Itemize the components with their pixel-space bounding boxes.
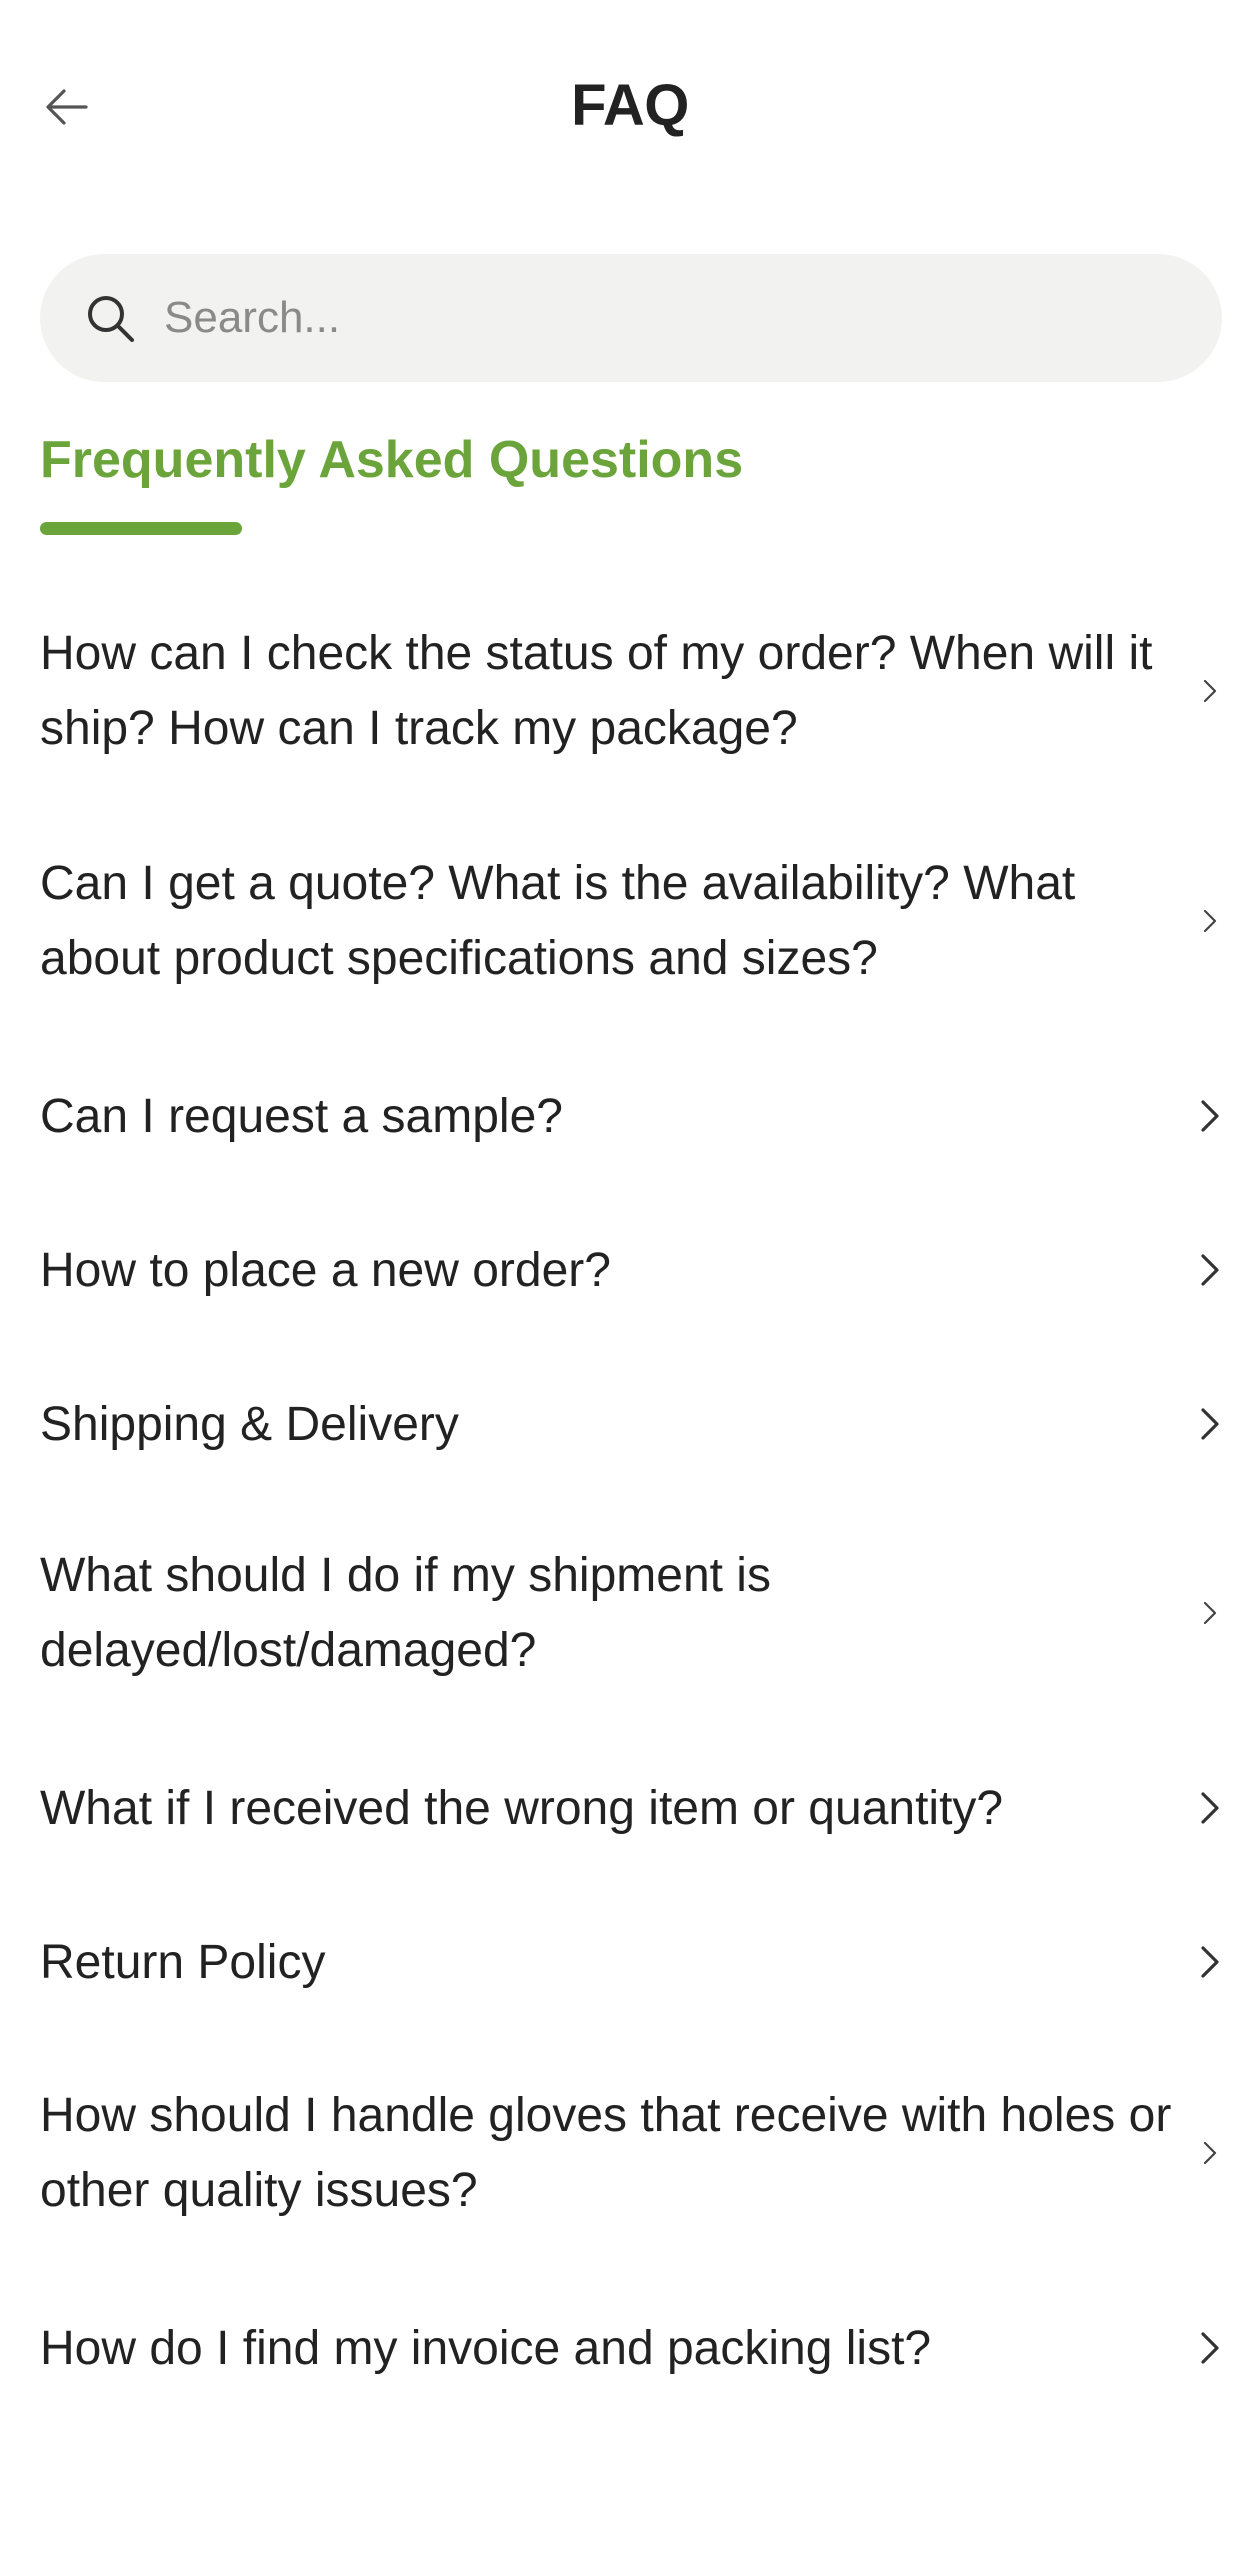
chevron-right-icon xyxy=(1190,2328,1230,2368)
chevron-right-icon xyxy=(1190,1250,1230,1290)
top-bar: FAQ xyxy=(0,0,1260,214)
chevron-right-icon xyxy=(1190,1599,1230,1627)
faq-question: How should I handle gloves that receive … xyxy=(40,2089,1172,2217)
faq-question: Can I request a sample? xyxy=(40,1089,563,1143)
faq-question: How to place a new order? xyxy=(40,1243,611,1297)
chevron-right-icon xyxy=(1190,677,1230,705)
faq-question: Shipping & Delivery xyxy=(40,1397,459,1451)
faq-question: How can I check the status of my order? … xyxy=(40,627,1153,755)
page-title: FAQ xyxy=(571,73,689,138)
faq-screen: FAQ Frequently Asked Questions How can I… xyxy=(0,0,1260,2560)
faq-question: Return Policy xyxy=(40,1935,326,1989)
chevron-right-icon xyxy=(1190,1942,1230,1982)
faq-question: What should I do if my shipment is delay… xyxy=(40,1549,771,1677)
search-icon xyxy=(80,288,140,348)
search-input[interactable] xyxy=(164,254,1222,382)
faq-item[interactable]: What if I received the wrong item or qua… xyxy=(40,1768,1230,1848)
chevron-right-icon xyxy=(1190,907,1230,935)
chevron-right-icon xyxy=(1190,1404,1230,1444)
faq-question: How do I find my invoice and packing lis… xyxy=(40,2321,932,2375)
faq-item[interactable]: Can I get a quote? What is the availabil… xyxy=(40,846,1230,996)
chevron-right-icon xyxy=(1190,2139,1230,2167)
faq-item[interactable]: Return Policy xyxy=(40,1922,1230,2002)
faq-item[interactable]: How to place a new order? xyxy=(40,1230,1230,1310)
faq-item[interactable]: Shipping & Delivery xyxy=(40,1384,1230,1464)
faq-item[interactable]: What should I do if my shipment is delay… xyxy=(40,1538,1230,1688)
faq-question: What if I received the wrong item or qua… xyxy=(40,1781,1004,1835)
faq-question: Can I get a quote? What is the availabil… xyxy=(40,857,1076,985)
section-title: Frequently Asked Questions xyxy=(40,431,744,489)
faq-item[interactable]: How can I check the status of my order? … xyxy=(40,616,1230,766)
faq-item[interactable]: Can I request a sample? xyxy=(40,1076,1230,1156)
section-title-underline xyxy=(40,522,242,535)
search-bar[interactable] xyxy=(40,254,1222,382)
chevron-right-icon xyxy=(1190,1788,1230,1828)
chevron-right-icon xyxy=(1190,1096,1230,1136)
faq-item[interactable]: How should I handle gloves that receive … xyxy=(40,2078,1230,2228)
faq-item[interactable]: How do I find my invoice and packing lis… xyxy=(40,2308,1230,2388)
